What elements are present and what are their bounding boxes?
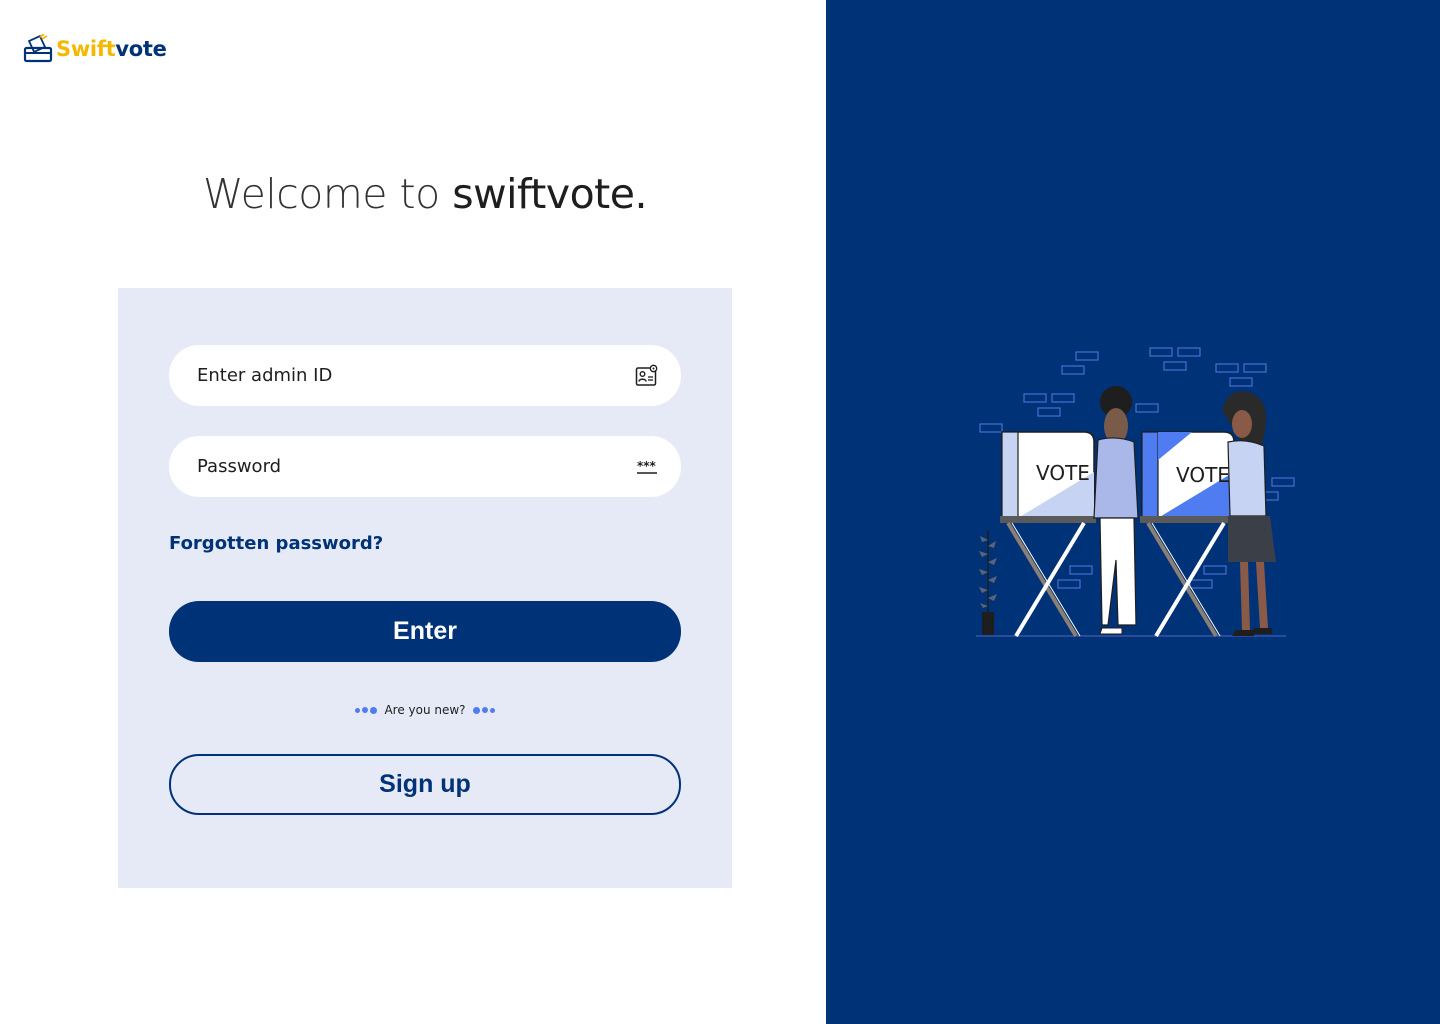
enter-button[interactable]: Enter xyxy=(169,601,681,662)
admin-id-field[interactable]: Enter admin ID xyxy=(169,345,681,406)
brand-name-part1: Swift xyxy=(56,37,116,61)
sign-up-button[interactable]: Sign up xyxy=(169,754,681,815)
booth-left: VOTE xyxy=(1000,431,1096,638)
dots-right-icon xyxy=(472,706,496,714)
voter-right xyxy=(1222,391,1276,636)
booth-right-label: VOTE xyxy=(1176,463,1230,487)
brand-name: Swiftvote xyxy=(56,37,167,61)
illustration-panel: VOTE VOTE xyxy=(826,0,1440,1024)
id-card-icon xyxy=(635,364,658,386)
new-user-divider: Are you new? xyxy=(169,703,681,717)
login-card: Enter admin ID Password *** Forgotten pa… xyxy=(118,288,732,888)
password-placeholder[interactable]: Password xyxy=(197,456,635,477)
booth-right: VOTE xyxy=(1140,431,1236,638)
ballot-box-icon xyxy=(23,34,53,63)
welcome-prefix: Welcome to xyxy=(202,170,453,218)
forgot-password-link[interactable]: Forgotten password? xyxy=(169,533,383,554)
login-panel: Swiftvote Welcome to swiftvote. Enter ad… xyxy=(0,0,826,1024)
welcome-heading: Welcome to swiftvote. xyxy=(0,170,850,218)
brand-logo[interactable]: Swiftvote xyxy=(23,34,167,64)
svg-text:***: *** xyxy=(637,459,657,473)
voting-booth-illustration: VOTE VOTE xyxy=(976,347,1295,638)
new-user-prompt: Are you new? xyxy=(384,703,466,717)
booth-left-label: VOTE xyxy=(1036,461,1090,485)
password-dots-icon: *** xyxy=(637,459,657,474)
password-field[interactable]: Password *** xyxy=(169,436,681,497)
login-page: Swiftvote Welcome to swiftvote. Enter ad… xyxy=(0,0,1440,1024)
welcome-app-name: swiftvote. xyxy=(452,170,648,218)
dots-left-icon xyxy=(354,706,378,714)
admin-id-placeholder[interactable]: Enter admin ID xyxy=(197,365,635,386)
brand-name-part2: vote xyxy=(115,37,167,61)
voter-left xyxy=(1093,386,1139,635)
